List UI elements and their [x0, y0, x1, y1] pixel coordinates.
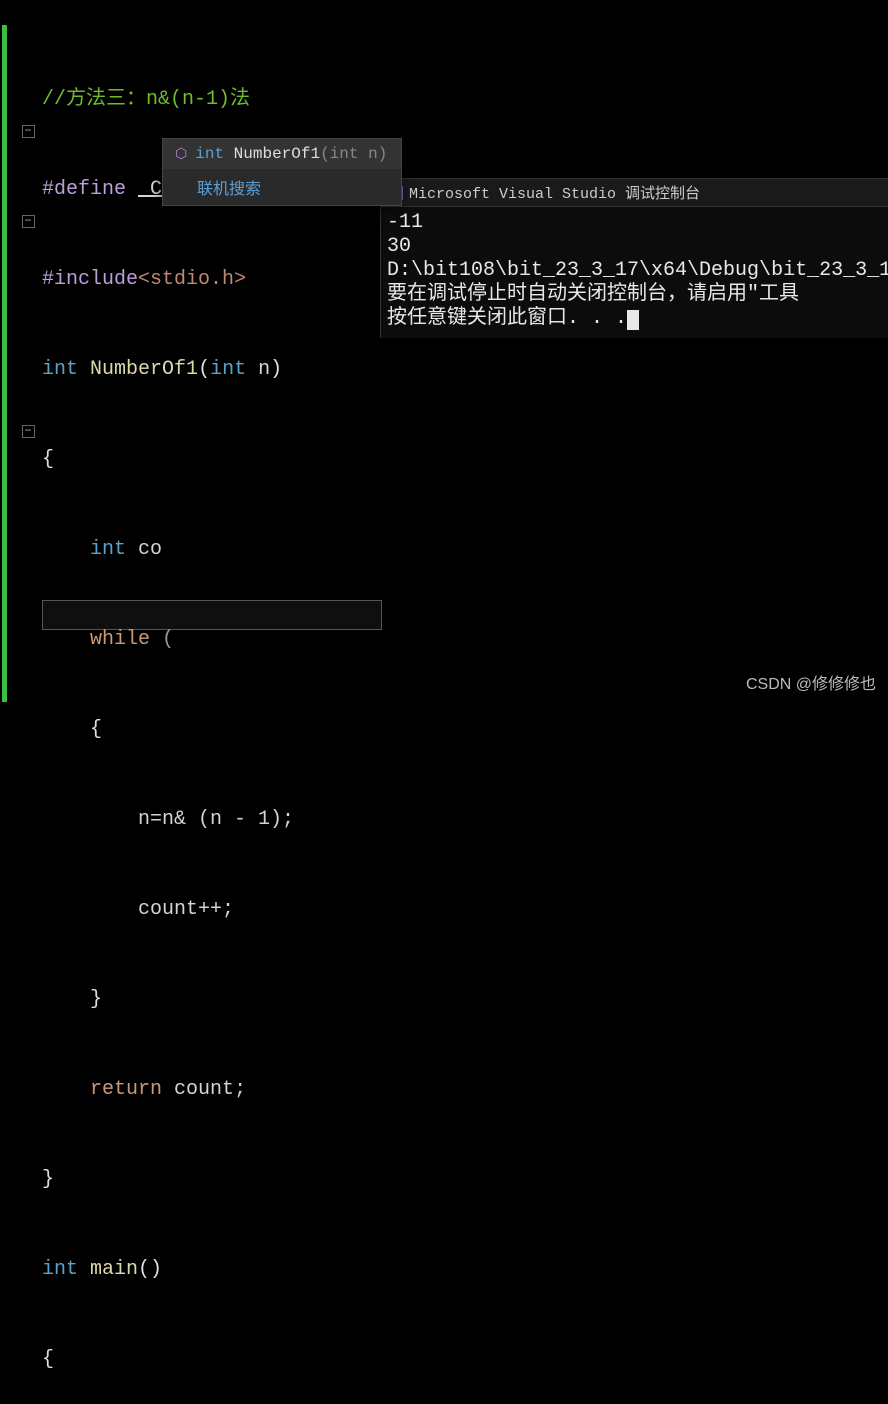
debug-console[interactable]: ⋈ Microsoft Visual Studio 调试控制台 -11 30 D…	[380, 178, 888, 338]
fold-icon[interactable]: −	[22, 215, 35, 228]
code-area[interactable]: //方法三：n&(n-1)法 #define _CRT_SECURE_NO_WA…	[42, 25, 438, 1404]
statement: count++;	[138, 898, 234, 921]
fold-icon[interactable]: −	[22, 425, 35, 438]
include-header: <stdio.h>	[138, 268, 246, 291]
return-keyword: return	[90, 1078, 162, 1101]
cursor-icon	[627, 310, 639, 330]
comment: //方法三：n&(n-1)法	[42, 88, 250, 111]
include-keyword: #include	[42, 268, 138, 291]
fold-icon[interactable]: −	[22, 125, 35, 138]
gutter: − − −	[14, 25, 42, 445]
main-function: main	[90, 1258, 138, 1281]
while-keyword: while	[90, 628, 150, 651]
tooltip-signature[interactable]: ⬡ int NumberOf1(int n)	[163, 139, 401, 169]
open-brace: {	[42, 448, 54, 471]
intellisense-tooltip[interactable]: ⬡ int NumberOf1(int n) 联机搜索	[162, 138, 402, 206]
function-name: NumberOf1	[90, 358, 198, 381]
change-indicator	[2, 25, 7, 702]
tooltip-search-link[interactable]: 联机搜索	[163, 169, 401, 205]
console-title-text: Microsoft Visual Studio 调试控制台	[409, 182, 700, 203]
console-titlebar: ⋈ Microsoft Visual Studio 调试控制台	[381, 179, 888, 207]
watermark: CSDN @修修修也	[746, 670, 876, 694]
type-int: int	[42, 358, 78, 381]
console-output: -11 30 D:\bit108\bit_23_3_17\x64\Debug\b…	[381, 207, 888, 335]
define-keyword: #define	[42, 178, 126, 201]
code-editor[interactable]: − − − //方法三：n&(n-1)法 #define _CRT_SECURE…	[0, 0, 888, 702]
cube-icon: ⬡	[175, 146, 187, 163]
statement: n=n& (n - 1);	[138, 808, 294, 831]
